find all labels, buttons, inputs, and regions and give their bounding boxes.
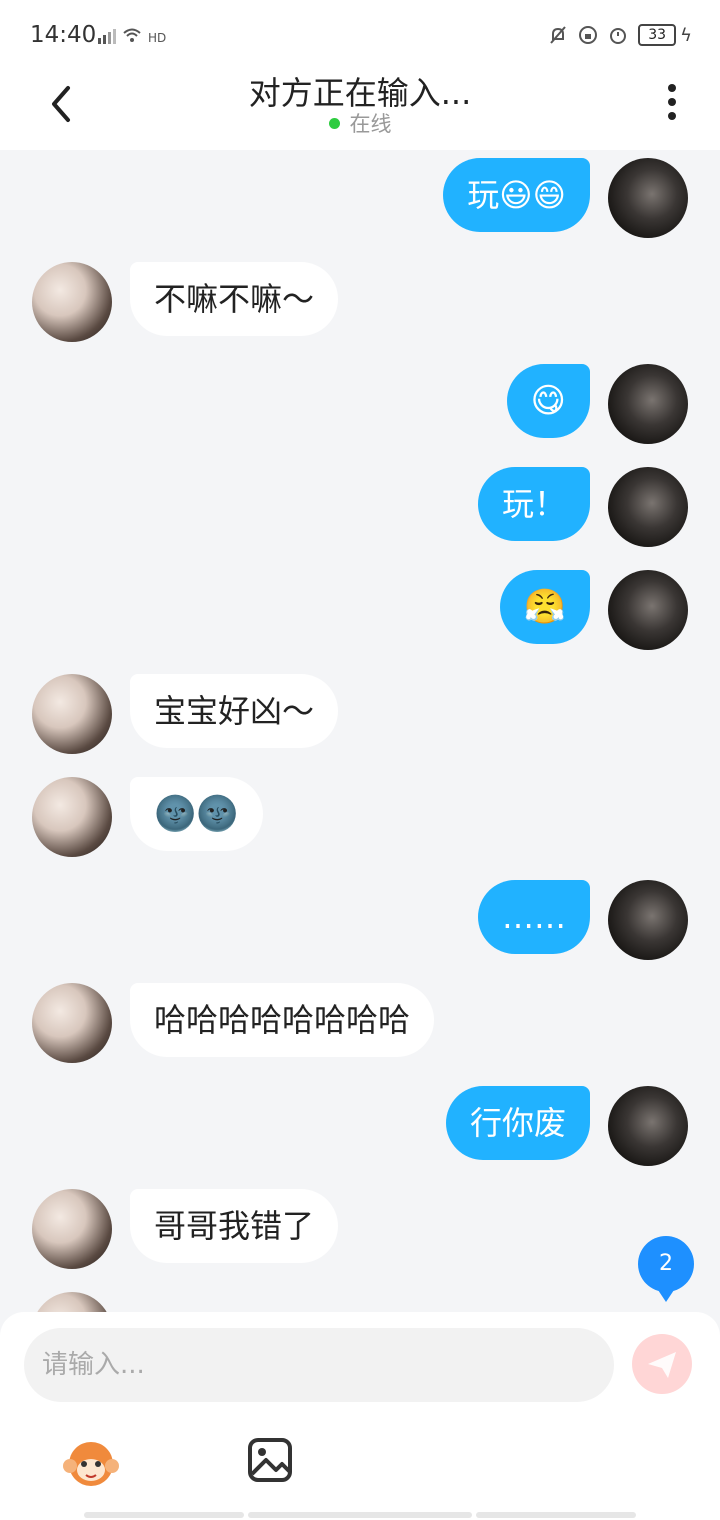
status-time: 14:40 [30, 22, 97, 48]
sticker-button[interactable] [62, 1434, 120, 1492]
online-status: 在线 [0, 108, 720, 138]
message-bubble-sent[interactable]: 行你废 [445, 1086, 590, 1160]
signal-icon [98, 29, 116, 44]
alarm-icon [610, 28, 627, 44]
system-icons: 33 ϟ [548, 24, 692, 46]
hd-icon: HD [148, 31, 166, 45]
online-dot-icon [328, 117, 340, 129]
my-avatar[interactable] [608, 880, 688, 960]
more-vertical-icon [668, 84, 676, 120]
message-bubble-received[interactable]: 哈哈哈哈哈哈哈哈 [130, 983, 435, 1057]
my-avatar[interactable] [608, 467, 688, 547]
lock-rotation-icon [579, 26, 598, 44]
send-button[interactable] [632, 1334, 692, 1394]
more-options-button[interactable] [652, 82, 692, 122]
contact-avatar[interactable] [32, 983, 112, 1063]
mute-bell-icon [550, 26, 566, 44]
my-avatar[interactable] [608, 570, 688, 650]
my-avatar[interactable] [608, 1086, 688, 1166]
online-status-label: 在线 [349, 112, 392, 136]
image-icon [248, 1438, 292, 1482]
message-bubble-received[interactable]: 不嘛不嘛～ [130, 262, 339, 336]
new-message-badge[interactable]: 2 [638, 1236, 694, 1302]
message-bubble-received[interactable]: 宝宝好凶～ [130, 674, 339, 748]
battery-indicator: 33 [638, 24, 677, 46]
toolbar-divider [248, 1512, 472, 1518]
contact-avatar[interactable] [32, 1189, 112, 1269]
send-icon [648, 1352, 676, 1378]
message-bubble-received[interactable]: 🌚🌚 [130, 777, 263, 851]
contact-avatar[interactable] [32, 262, 112, 342]
message-bubble-sent[interactable]: 玩😃😄 [443, 158, 590, 232]
contact-avatar[interactable] [32, 674, 112, 754]
message-input[interactable] [24, 1328, 614, 1402]
message-bubble-sent[interactable]: …… [478, 880, 590, 954]
contact-avatar[interactable] [32, 777, 112, 857]
wifi-icon [123, 28, 141, 42]
image-button[interactable] [246, 1436, 294, 1484]
my-avatar[interactable] [608, 158, 688, 238]
chat-header: 对方正在输入... 在线 [0, 70, 720, 150]
svg-text:HD: HD [148, 31, 166, 45]
message-bubble-sent[interactable]: 😤 [499, 570, 590, 644]
network-icons: HD [96, 26, 168, 46]
toolbar-divider [476, 1512, 636, 1518]
message-bubble-sent[interactable]: 😋 [506, 364, 590, 438]
message-bubble-sent[interactable]: 玩！ [477, 467, 590, 541]
monkey-sticker-icon [63, 1442, 119, 1486]
status-bar: 14:40 HD 33 ϟ [0, 0, 720, 70]
toolbar-divider [84, 1512, 244, 1518]
message-bubble-received[interactable]: 哥哥我错了 [130, 1189, 339, 1263]
composer [0, 1312, 720, 1520]
charging-icon: ϟ [680, 24, 692, 46]
my-avatar[interactable] [608, 364, 688, 444]
